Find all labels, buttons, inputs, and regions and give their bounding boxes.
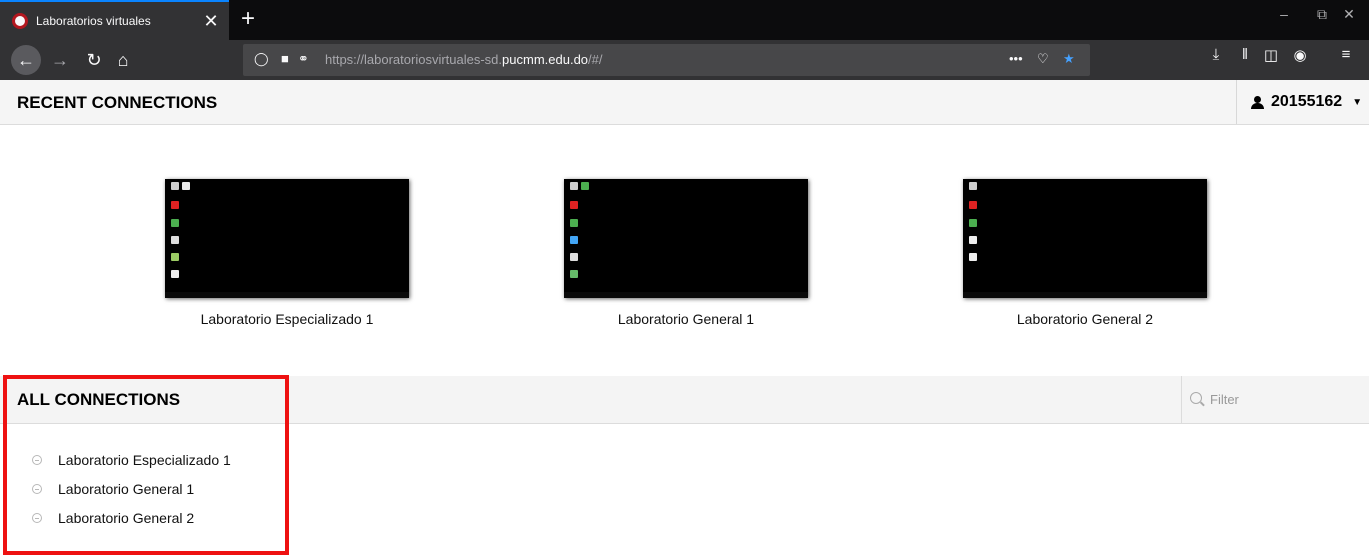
url-text[interactable]: https://laboratoriosvirtuales-sd.pucmm.e… <box>325 52 603 67</box>
search-icon <box>1190 392 1202 404</box>
site-favicon-icon <box>12 13 28 29</box>
caret-down-icon: ▼ <box>1352 96 1363 108</box>
desktop-icon <box>171 201 179 209</box>
user-icon <box>1251 95 1264 109</box>
forward-arrow-icon[interactable]: → <box>46 46 74 74</box>
desktop-icon <box>171 270 179 278</box>
menu-icon[interactable]: ≡ <box>1333 46 1359 63</box>
desktop-icon <box>171 182 179 190</box>
recent-connection-label[interactable]: Laboratorio General 1 <box>564 311 808 327</box>
tab-title: Laboratorios virtuales <box>36 14 151 28</box>
page-actions-icon[interactable]: ••• <box>1009 51 1023 66</box>
back-arrow-icon[interactable]: ← <box>11 45 41 75</box>
desktop-icon <box>171 253 179 261</box>
desktop-icon <box>969 219 977 227</box>
filter-placeholder: Filter <box>1210 392 1239 407</box>
lock-icon[interactable]: ■ <box>281 51 289 66</box>
recent-connections-header: RECENT CONNECTIONS 20155162 ▼ <box>0 80 1369 125</box>
desktop-icon <box>570 219 578 227</box>
user-menu[interactable]: 20155162 ▼ <box>1236 80 1369 124</box>
connection-thumbnail[interactable] <box>165 179 409 298</box>
connection-thumbnail[interactable] <box>564 179 808 298</box>
desktop-icon <box>570 201 578 209</box>
bookmark-star-icon[interactable]: ★ <box>1063 51 1075 67</box>
desktop-icon <box>570 182 578 190</box>
reload-icon[interactable]: ↻ <box>80 46 108 74</box>
minimize-icon[interactable]: – <box>1264 6 1304 22</box>
downloads-icon[interactable]: ⤓ <box>1203 46 1229 63</box>
recent-connection-label[interactable]: Laboratorio Especializado 1 <box>165 311 409 327</box>
recent-connection-label[interactable]: Laboratorio General 2 <box>963 311 1207 327</box>
desktop-icon <box>969 182 977 190</box>
highlight-box <box>3 375 289 555</box>
key-icon: ⚭ <box>298 51 309 66</box>
address-bar[interactable]: ◯ ■ ⚭ https://laboratoriosvirtuales-sd.p… <box>243 44 1090 76</box>
desktop-icon <box>570 270 578 278</box>
desktop-taskbar <box>165 292 409 298</box>
desktop-icon <box>171 219 179 227</box>
new-tab-button[interactable]: + <box>234 4 262 34</box>
desktop-icon <box>570 253 578 261</box>
desktop-icon <box>581 182 589 190</box>
desktop-icon <box>969 201 977 209</box>
page-title: RECENT CONNECTIONS <box>17 93 218 112</box>
recent-connection-1[interactable]: Laboratorio Especializado 1 <box>165 179 409 327</box>
browser-tab-bar: Laboratorios virtuales ✕ + – ⧉ ✕ <box>0 0 1369 40</box>
desktop-taskbar <box>564 292 808 298</box>
desktop-taskbar <box>963 292 1207 298</box>
home-icon[interactable]: ⌂ <box>109 46 137 74</box>
connection-thumbnail[interactable] <box>963 179 1207 298</box>
browser-tab[interactable]: Laboratorios virtuales ✕ <box>0 0 229 40</box>
close-tab-icon[interactable]: ✕ <box>197 11 225 32</box>
account-icon[interactable]: ◉ <box>1287 46 1313 64</box>
recent-connection-2[interactable]: Laboratorio General 1 <box>564 179 808 327</box>
pocket-icon[interactable]: ♡ <box>1037 51 1049 67</box>
recent-connection-3[interactable]: Laboratorio General 2 <box>963 179 1207 327</box>
filter-input[interactable]: Filter <box>1181 376 1369 423</box>
library-icon[interactable]: ‖ <box>1232 46 1258 63</box>
desktop-icon <box>969 253 977 261</box>
desktop-icon <box>182 182 190 190</box>
sidebar-icon[interactable]: ◫ <box>1258 46 1284 64</box>
desktop-icon <box>171 236 179 244</box>
shield-icon[interactable]: ◯ <box>254 51 269 67</box>
desktop-icon <box>969 236 977 244</box>
desktop-icon <box>570 236 578 244</box>
username: 20155162 <box>1271 93 1343 110</box>
window-close-icon[interactable]: ✕ <box>1329 6 1369 23</box>
